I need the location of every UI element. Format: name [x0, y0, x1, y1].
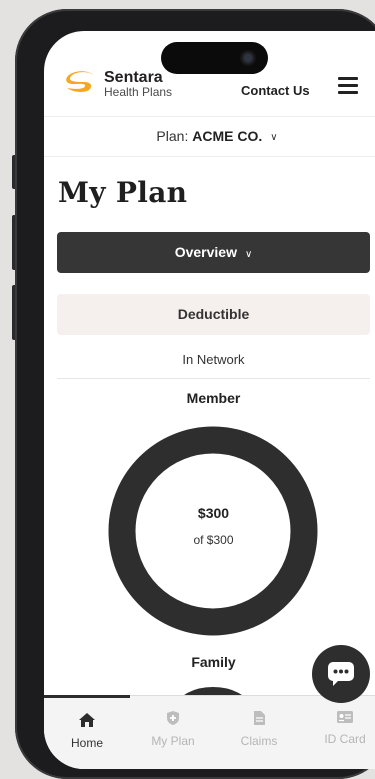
overview-label: Overview — [174, 244, 237, 260]
page-title: My Plan — [58, 176, 188, 209]
dynamic-island — [161, 42, 268, 74]
chat-bubble-icon — [328, 662, 354, 686]
nav-home[interactable]: Home — [44, 695, 130, 769]
screen: Sentara Health Plans Contact Us Plan: AC… — [44, 31, 375, 769]
id-card-icon — [337, 711, 353, 723]
member-of-total: of $300 — [193, 533, 234, 547]
bottom-nav: Home My Plan Claims ID Card — [44, 695, 375, 769]
brand-name: Sentara — [104, 69, 163, 86]
overview-dropdown[interactable]: Overview ∨ — [57, 232, 370, 273]
brand-subtitle: Health Plans — [104, 85, 173, 99]
chevron-down-icon: ∨ — [270, 132, 278, 143]
plan-selector[interactable]: Plan: ACME CO. ∨ — [44, 117, 375, 157]
nav-claims-label: Claims — [240, 734, 278, 748]
sentara-s-icon — [66, 71, 94, 92]
donut-progress-arc — [108, 426, 318, 636]
hamburger-menu-icon[interactable] — [338, 77, 358, 94]
shield-icon — [167, 711, 179, 725]
chat-button[interactable] — [312, 645, 370, 703]
network-label: In Network — [57, 342, 370, 379]
camera-icon — [240, 50, 256, 66]
home-icon — [79, 713, 95, 727]
plan-prefix: Plan: — [156, 128, 189, 144]
plan-name: ACME CO. — [192, 128, 263, 144]
nav-id-card-label: ID Card — [324, 732, 366, 746]
deductible-tab[interactable]: Deductible — [57, 294, 370, 335]
document-icon — [253, 711, 265, 725]
contact-us-link[interactable]: Contact Us — [241, 83, 310, 98]
member-amount: $300 — [197, 505, 230, 521]
nav-id-card[interactable]: ID Card — [302, 696, 375, 769]
member-deductible-donut — [108, 426, 318, 636]
member-label: Member — [186, 390, 241, 406]
phone-frame: Sentara Health Plans Contact Us Plan: AC… — [15, 9, 375, 779]
nav-home-label: Home — [70, 736, 103, 750]
nav-my-plan[interactable]: My Plan — [130, 696, 216, 769]
chevron-down-icon: ∨ — [244, 249, 253, 260]
nav-claims[interactable]: Claims — [216, 696, 302, 769]
nav-my-plan-label: My Plan — [151, 734, 195, 748]
sentara-logo[interactable]: Sentara Health Plans — [64, 69, 172, 99]
